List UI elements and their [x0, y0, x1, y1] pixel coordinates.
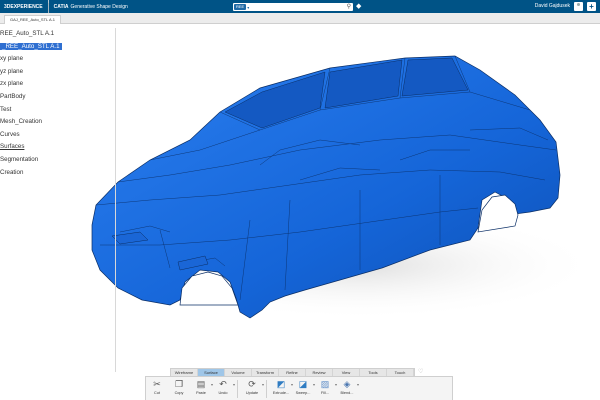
- specification-tree: REE_Auto_STL A.1 _REE_Auto_STL A.1 xy pl…: [0, 28, 120, 179]
- tree-item[interactable]: Mesh_Creation: [0, 116, 120, 129]
- brand-catia: CATIA: [53, 3, 69, 10]
- pin-icon[interactable]: ♡: [418, 368, 423, 375]
- car-shadow: [120, 210, 600, 320]
- extrude-icon: ◩: [276, 378, 286, 389]
- document-tab-bar: GAJ_REE_Auto_STL A.1: [0, 13, 600, 24]
- blend-label: Blend...: [340, 390, 354, 395]
- action-bar: ✂ Cut ❐ Copy ▤ Paste ▾ ↶ Undo ▾ ⟳ Update…: [145, 376, 453, 400]
- undo-button[interactable]: ↶ Undo ▾: [212, 377, 235, 400]
- sweep-button[interactable]: ◪ Sweep... ▾: [292, 377, 315, 400]
- side-vent: [177, 255, 209, 271]
- tab-volume[interactable]: Volume: [225, 369, 252, 376]
- car-feature-lines: [95, 55, 557, 301]
- tree-item[interactable]: xy plane: [0, 53, 120, 66]
- update-button[interactable]: ⟳ Update ▾: [241, 377, 264, 400]
- paste-label: Paste: [196, 390, 206, 395]
- tree-item-label[interactable]: xy plane: [0, 55, 23, 62]
- rear-window: [401, 57, 469, 97]
- tree-item[interactable]: Creation: [0, 167, 120, 180]
- fill-button[interactable]: ▨ Fill... ▾: [314, 377, 337, 400]
- tag-icon[interactable]: ◆: [356, 2, 361, 10]
- undo-icon: ↶: [219, 378, 227, 389]
- tree-item[interactable]: Surfaces: [0, 141, 120, 154]
- tree-item-selected[interactable]: _REE_Auto_STL A.1: [0, 41, 120, 54]
- chevron-down-icon[interactable]: ▾: [262, 382, 264, 387]
- tree-item[interactable]: zx plane: [0, 78, 120, 91]
- tab-view[interactable]: View: [333, 369, 360, 376]
- extrude-button[interactable]: ◩ Extrude... ▾: [270, 377, 293, 400]
- app-name: Generative Shape Design: [70, 3, 128, 10]
- tab-touch[interactable]: Touch: [387, 369, 414, 376]
- tree-item[interactable]: REE_Auto_STL A.1: [0, 28, 120, 41]
- headlight: [111, 231, 149, 245]
- tab-surface[interactable]: Surface: [198, 369, 225, 376]
- update-label: Update: [245, 390, 259, 395]
- tree-item-label[interactable]: REE_Auto_STL A.1: [0, 30, 54, 37]
- chevron-down-icon[interactable]: ▾: [357, 382, 359, 387]
- side-window: [324, 59, 403, 109]
- tree-item-label[interactable]: PartBody: [0, 93, 25, 100]
- scissors-icon: ✂: [153, 378, 161, 389]
- tree-item-label[interactable]: _REE_Auto_STL A.1: [0, 42, 62, 50]
- car-body-model: [91, 55, 561, 319]
- avatar[interactable]: [574, 2, 583, 11]
- copy-label: Copy: [174, 390, 184, 395]
- windshield: [224, 71, 326, 129]
- top-bar: 3DEXPERIENCE | CATIA Generative Shape De…: [0, 0, 600, 16]
- paste-button[interactable]: ▤ Paste ▾: [190, 377, 213, 400]
- search-icon[interactable]: ⚲: [347, 3, 351, 11]
- tree-item[interactable]: Segmentation: [0, 154, 120, 167]
- front-wheel-arch: [179, 271, 239, 306]
- tree-item-label[interactable]: Curves: [0, 131, 20, 138]
- fill-label: Fill...: [320, 390, 329, 395]
- paste-icon: ▤: [196, 378, 206, 389]
- rear-wheel-arch: [477, 194, 519, 233]
- tree-item[interactable]: yz plane: [0, 66, 120, 79]
- tree-item-label[interactable]: Mesh_Creation: [0, 118, 42, 125]
- add-icon[interactable]: +: [587, 2, 596, 11]
- chevron-down-icon[interactable]: ▾: [247, 5, 249, 10]
- tab-wireframe[interactable]: Wireframe: [171, 369, 198, 376]
- tree-item-label[interactable]: yz plane: [0, 68, 23, 75]
- sweep-label: Sweep...: [295, 390, 311, 395]
- cut-button[interactable]: ✂ Cut: [146, 377, 168, 400]
- tab-transform[interactable]: Transform: [252, 369, 279, 376]
- tree-item-label[interactable]: Test: [0, 106, 11, 113]
- sweep-icon: ◪: [298, 378, 308, 389]
- tree-item-label[interactable]: Segmentation: [0, 156, 38, 163]
- tab-refine[interactable]: Refine: [279, 369, 306, 376]
- tree-item-label[interactable]: Creation: [0, 169, 23, 176]
- blend-icon: ◈: [343, 378, 351, 389]
- tab-tools[interactable]: Tools: [360, 369, 387, 376]
- toolbar-divider: [237, 379, 238, 398]
- tab-review[interactable]: Review: [306, 369, 333, 376]
- tree-item[interactable]: Test: [0, 104, 120, 117]
- update-icon: ⟳: [248, 378, 256, 389]
- cut-label: Cut: [154, 390, 160, 395]
- search-input[interactable]: REE ▾ ⚲: [233, 3, 353, 11]
- blend-button[interactable]: ◈ Blend... ▾: [336, 377, 359, 400]
- tree-item-label[interactable]: zx plane: [0, 80, 23, 87]
- brand-3dexperience: 3DEXPERIENCE: [4, 3, 43, 10]
- document-tab[interactable]: GAJ_REE_Auto_STL A.1: [4, 15, 61, 24]
- chevron-down-icon[interactable]: ▾: [233, 382, 235, 387]
- undo-label: Undo: [218, 390, 228, 395]
- toolbar-divider: [266, 379, 267, 398]
- tree-item[interactable]: PartBody: [0, 91, 120, 104]
- fill-icon: ▨: [320, 378, 330, 389]
- copy-button[interactable]: ❐ Copy: [168, 377, 190, 400]
- user-name[interactable]: David Gajdusek: [535, 0, 570, 13]
- copy-icon: ❐: [174, 378, 184, 389]
- tree-item[interactable]: Curves: [0, 129, 120, 142]
- tree-item-label[interactable]: Surfaces: [0, 143, 24, 150]
- search-scope[interactable]: REE: [234, 4, 247, 10]
- extrude-label: Extrude...: [272, 390, 290, 395]
